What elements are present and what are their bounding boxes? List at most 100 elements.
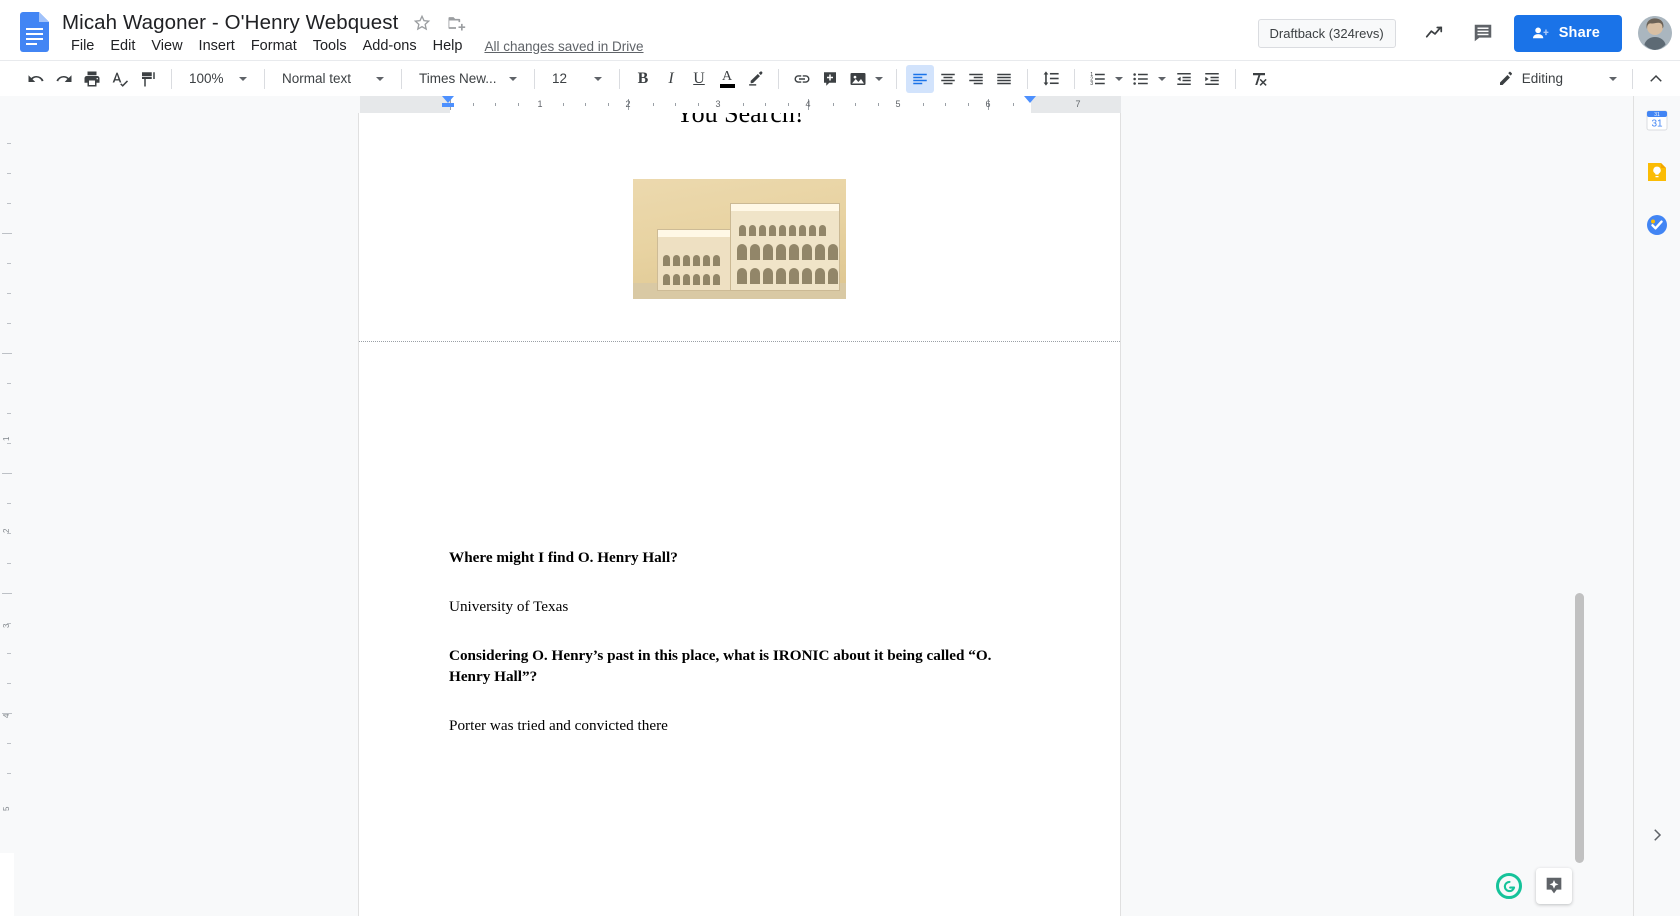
align-center-icon[interactable] — [934, 65, 962, 93]
menu-item-file[interactable]: File — [63, 35, 102, 57]
chevron-up-icon[interactable] — [1642, 65, 1670, 93]
toolbar-divider — [619, 68, 620, 89]
increase-indent-icon[interactable] — [1198, 65, 1226, 93]
toolbar-divider — [1235, 68, 1236, 89]
toolbar-divider — [896, 68, 897, 89]
avatar[interactable] — [1638, 16, 1672, 50]
menu-item-format[interactable]: Format — [243, 35, 305, 57]
star-outline-icon[interactable] — [412, 13, 432, 33]
text-color-swatch — [719, 83, 735, 88]
chevron-down-icon — [509, 76, 517, 81]
text-color-label: A — [721, 68, 733, 84]
explore-icon[interactable] — [1536, 868, 1572, 904]
print-icon[interactable] — [78, 65, 106, 93]
paragraph-style-value: Normal text — [282, 71, 352, 86]
image-building-left — [657, 229, 735, 291]
numbered-list-button[interactable]: 1 2 3 — [1084, 65, 1127, 93]
align-justify-icon[interactable] — [990, 65, 1018, 93]
zoom-selector[interactable]: 100% — [181, 65, 255, 93]
save-status[interactable]: All changes saved in Drive — [484, 39, 643, 54]
svg-text:31: 31 — [1651, 119, 1663, 130]
chevron-down-icon — [239, 76, 247, 81]
document-title[interactable]: Micah Wagoner - O'Henry Webquest — [62, 11, 398, 35]
align-right-icon[interactable] — [962, 65, 990, 93]
spellcheck-icon[interactable] — [106, 65, 134, 93]
document-image[interactable] — [633, 179, 846, 299]
document-canvas[interactable]: You Search! Where might I find O. Henry … — [14, 113, 1634, 916]
left-indent-marker[interactable] — [442, 96, 454, 103]
floating-action-row — [1496, 868, 1572, 904]
comment-icon[interactable] — [1466, 16, 1500, 50]
ruler-number: 3 — [715, 99, 721, 109]
ruler-number: 2 — [625, 99, 631, 109]
chevron-right-icon[interactable] — [1646, 824, 1668, 846]
pencil-icon — [1498, 71, 1514, 87]
ruler-left-margin — [360, 96, 450, 113]
paint-format-icon[interactable] — [134, 65, 162, 93]
chevron-down-icon — [1158, 76, 1166, 81]
underline-button[interactable]: U — [685, 65, 713, 93]
person-add-icon — [1531, 24, 1550, 43]
toolbar-divider — [171, 68, 172, 89]
svg-text:3: 3 — [1090, 81, 1093, 87]
share-button[interactable]: Share — [1513, 14, 1622, 52]
google-tasks-icon[interactable] — [1645, 213, 1669, 237]
font-size-selector[interactable]: 12 — [544, 65, 610, 93]
ruler-number: 5 — [895, 99, 901, 109]
app-header: Micah Wagoner - O'Henry Webquest File Ed… — [0, 0, 1680, 66]
draftback-button[interactable]: Draftback (324revs) — [1257, 18, 1396, 48]
align-left-icon[interactable] — [906, 64, 934, 93]
clear-formatting-icon[interactable] — [1245, 65, 1273, 93]
menu-item-addons[interactable]: Add-ons — [355, 35, 425, 57]
bold-label: B — [637, 69, 649, 87]
line-spacing-icon[interactable] — [1037, 65, 1065, 93]
zoom-value: 100% — [189, 71, 224, 86]
text-color-button[interactable]: A — [713, 65, 741, 93]
menu-item-edit[interactable]: Edit — [102, 35, 143, 57]
undo-icon[interactable] — [22, 65, 50, 93]
italic-button[interactable]: I — [657, 65, 685, 93]
horizontal-ruler[interactable]: 1 2 3 4 5 6 7 — [0, 96, 1680, 114]
move-to-folder-icon[interactable] — [446, 13, 466, 33]
left-indent-bar[interactable] — [442, 103, 454, 107]
toolbar-divider — [401, 68, 402, 89]
formatting-toolbar: 100% Normal text Times New... 12 B I U A… — [0, 60, 1680, 96]
menu-item-tools[interactable]: Tools — [305, 35, 355, 57]
header-actions: Draftback (324revs) Share — [1257, 0, 1672, 66]
menu-item-view[interactable]: View — [143, 35, 190, 57]
editing-mode-button[interactable]: Editing — [1492, 67, 1623, 91]
paragraph-style-selector[interactable]: Normal text — [274, 65, 392, 93]
google-calendar-icon[interactable]: 31 31 — [1645, 108, 1669, 132]
document-page[interactable]: You Search! Where might I find O. Henry … — [359, 113, 1120, 916]
bulleted-list-icon — [1132, 70, 1150, 88]
redo-icon[interactable] — [50, 65, 78, 93]
chevron-down-icon — [1115, 76, 1123, 81]
trending-up-icon[interactable] — [1418, 16, 1452, 50]
menu-item-help[interactable]: Help — [425, 35, 471, 57]
grammarly-icon[interactable] — [1496, 873, 1522, 899]
right-indent-marker[interactable] — [1024, 96, 1036, 103]
insert-link-icon[interactable] — [788, 65, 816, 93]
highlighter-icon[interactable] — [741, 65, 769, 93]
document-paragraph: Where might I find O. Henry Hall? — [449, 549, 678, 566]
toolbar-divider — [1027, 68, 1028, 89]
toolbar-divider — [534, 68, 535, 89]
vertical-scrollbar[interactable] — [1575, 593, 1584, 863]
google-docs-icon[interactable] — [20, 12, 49, 52]
svg-text:31: 31 — [1654, 112, 1660, 118]
document-body[interactable]: Where might I find O. Henry Hall? Univer… — [359, 304, 1120, 737]
menu-item-insert[interactable]: Insert — [191, 35, 243, 57]
add-comment-icon[interactable] — [816, 65, 844, 93]
insert-image-button[interactable] — [844, 65, 887, 93]
font-family-selector[interactable]: Times New... — [411, 65, 525, 93]
ruler-number: 7 — [1075, 99, 1081, 109]
vruler-number: 4 — [2, 713, 11, 718]
ruler-track: 1 2 3 4 5 6 7 — [360, 96, 1121, 113]
ruler-number: 1 — [537, 99, 543, 109]
decrease-indent-icon[interactable] — [1170, 65, 1198, 93]
underline-label: U — [693, 69, 705, 87]
bulleted-list-button[interactable] — [1127, 65, 1170, 93]
google-keep-icon[interactable] — [1645, 160, 1669, 184]
font-family-value: Times New... — [419, 71, 497, 86]
bold-button[interactable]: B — [629, 65, 657, 93]
